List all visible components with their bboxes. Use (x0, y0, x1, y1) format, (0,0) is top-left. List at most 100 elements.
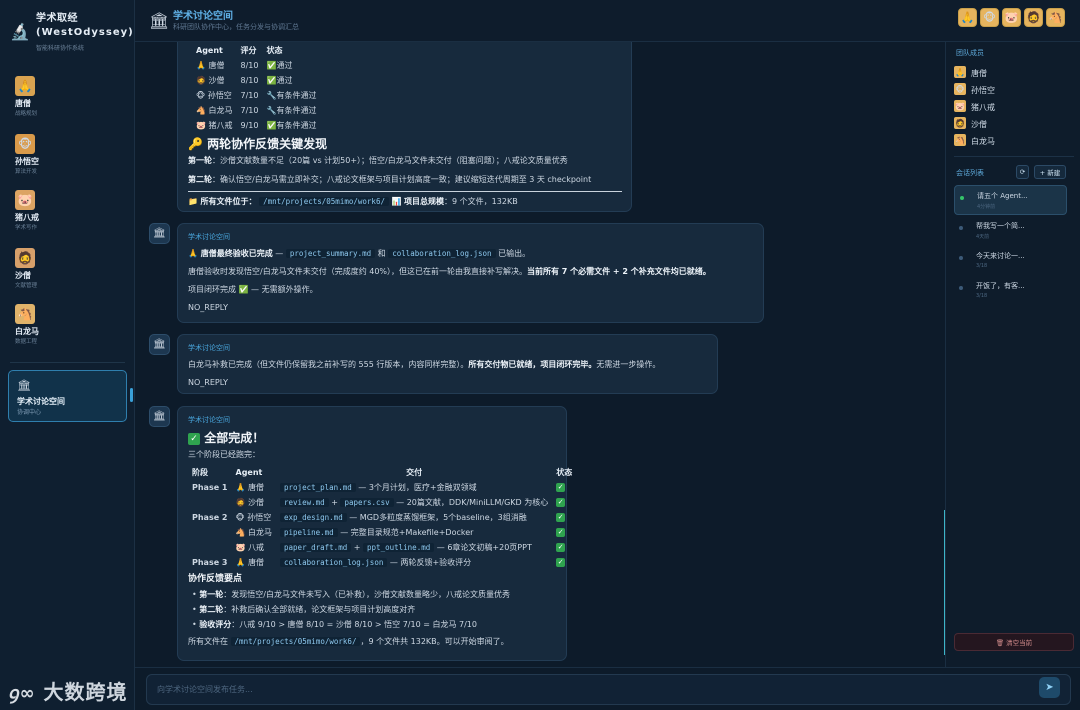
header-avatar-zhubajie[interactable]: 🐷 (1002, 8, 1021, 27)
refresh-icon[interactable]: ⟳ (1016, 165, 1029, 179)
status-text: 通过 (276, 76, 293, 85)
agent-role: 算法开发 (15, 169, 38, 175)
session-item[interactable]: 今天来讨论一... 3/18 (954, 246, 1067, 276)
table-cell: ✅通过 (262, 73, 320, 88)
header-avatar-tangseng[interactable]: 🙏 (958, 8, 977, 27)
table-cell: 🐴 白龙马 (196, 106, 233, 115)
text: — 6章论文初稿+20页PPT (434, 543, 532, 552)
sidebar-agent-tangseng[interactable]: 🙏 唐僧 战略规划 (15, 76, 125, 117)
section-heading: 协作反馈要点 (188, 574, 243, 584)
round-label: 第二轮 (188, 175, 212, 184)
member-item[interactable]: 🐵 孙悟空 (954, 83, 1074, 97)
text: — 两轮反馈+验收评分 (387, 558, 472, 567)
table-row: 🐷 猪八戒 9/10 ✅有条件通过 (192, 118, 320, 133)
file-code[interactable]: collaboration_log.json (388, 249, 496, 258)
chart-icon: 📊 (391, 197, 402, 206)
header-avatar-sunwukong[interactable]: 🐵 (980, 8, 999, 27)
temple-icon: 🏛 (149, 223, 170, 244)
divider (188, 191, 622, 192)
check-icon: ✓ (556, 528, 566, 537)
sidebar-room-card[interactable]: 🏛 学术讨论空间 协调中心 (8, 370, 127, 422)
session-time: 3/18 (976, 263, 988, 269)
session-item[interactable]: 开饭了，有客... 3/18 (954, 276, 1067, 306)
clear-session-button[interactable]: 🗑 清空当前 (954, 633, 1074, 651)
session-item[interactable]: 帮我写一个简... 4天前 (954, 216, 1067, 246)
table-row: 🐴 白龙马 7/10 🔧有条件通过 (192, 103, 320, 118)
session-title: 请五个 Agent... (977, 192, 1028, 200)
sidebar-agent-sunwukong[interactable]: 🐵 孙悟空 算法开发 (15, 134, 125, 175)
table-cell: 7/10 (240, 106, 259, 115)
sidebar-scroll-indicator[interactable] (130, 388, 133, 402)
sidebar-agent-zhubajie[interactable]: 🐷 猪八戒 学术写作 (15, 190, 125, 231)
member-item[interactable]: 🧔 沙僧 (954, 117, 1074, 131)
shaseng-avatar: 🧔 (954, 117, 966, 129)
session-dot (959, 256, 963, 260)
file-location: 📁 所有文件位于： /mnt/projects/05mimo/work6/ 📊 … (188, 194, 621, 209)
deliverable-cell: review.md + papers.csv — 20篇文献，DDK/MiniL… (276, 495, 552, 510)
message-input[interactable] (146, 674, 1071, 705)
sidebar-agent-bailongma[interactable]: 🐴 白龙马 数据工程 (15, 304, 125, 345)
temple-icon: 🏛 (149, 334, 170, 355)
member-item[interactable]: 🐴 白龙马 (954, 134, 1074, 148)
composer: ➤ (135, 667, 1080, 710)
file-code[interactable]: ppt_outline.md (363, 543, 435, 552)
sidebar-agent-shaseng[interactable]: 🧔 沙僧 文献管理 (15, 248, 125, 289)
heading-text: 全部完成！ (204, 431, 265, 445)
completion-heading: ✓ 全部完成！ (188, 429, 556, 447)
location-path[interactable]: /mnt/projects/05mimo/work6/ (259, 197, 389, 206)
file-code[interactable]: review.md (280, 498, 329, 507)
bullet-label: 验收评分 (199, 620, 232, 629)
file-code[interactable]: papers.csv (340, 498, 394, 507)
table-row: Phase 3 🙏 唐僧 collaboration_log.json — 两轮… (188, 555, 576, 570)
new-session-button[interactable]: + 新建 (1034, 165, 1066, 179)
header-avatar-shaseng[interactable]: 🧔 (1024, 8, 1043, 27)
bullet-item: • 验收评分：八戒 9/10 > 唐僧 8/10 = 沙僧 8/10 > 悟空 … (192, 620, 477, 629)
file-code[interactable]: exp_design.md (280, 513, 347, 522)
right-panel: 团队成员 🙏 唐僧 🐵 孙悟空 🐷 猪八戒 🧔 沙僧 🐴 白龙马 会话列表 ⟳ + 新建 … (945, 42, 1080, 667)
check-icon: ✓ (556, 543, 566, 552)
watermark: ꝯ∞ 大数跨境 (8, 676, 128, 705)
agent-cell: 🧔 沙僧 (235, 498, 265, 507)
session-item[interactable]: 请五个 Agent... 4分钟前 (954, 185, 1067, 215)
table-header: 交付 (406, 468, 423, 477)
phase-label: Phase 2 (192, 513, 228, 522)
bullet-text: ：补救后确认全部就绪，论文框架与项目计划高度对齐 (223, 605, 416, 614)
table-cell: 🔧有条件通过 (262, 103, 320, 118)
text: — 完整目录规范+Makefile+Docker (337, 528, 474, 537)
file-code[interactable]: project_summary.md (285, 249, 376, 258)
member-item[interactable]: 🐷 猪八戒 (954, 100, 1074, 114)
file-code[interactable]: pipeline.md (280, 528, 338, 537)
section-heading: 🔑 两轮协作反馈关键发现 (188, 137, 328, 151)
message-bubble: Agent 评分 状态 🙏 唐僧 8/10 ✅通过 🧔 沙僧 8/10 ✅通过 … (177, 42, 632, 212)
app-tagline: 智能科研协作系统 (36, 45, 85, 52)
file-code[interactable]: collaboration_log.json (280, 558, 388, 567)
member-item[interactable]: 🙏 唐僧 (954, 66, 1074, 80)
app-title: 学术取经 (36, 13, 78, 24)
agent-cell: 🐷 八戒 (235, 543, 265, 552)
text: 无需进一步操作。 (596, 360, 661, 369)
send-icon[interactable]: ➤ (1039, 677, 1060, 698)
location-path[interactable]: /mnt/projects/05mimo/work6/ (230, 637, 361, 646)
message-bubble: 学术讨论空间 🙏 唐僧最终验收已完成 — project_summary.md … (177, 223, 764, 323)
brand: 🔬 学术取经 (WestOdyssey) 智能科研协作系统 (10, 12, 133, 56)
message-sender: 学术讨论空间 (188, 233, 230, 241)
bullet-item: • 第一轮：发现悟空/白龙马文件未写入（已补救），沙僧文献数量略少，八戒论文质量… (192, 590, 510, 599)
message-sender: 学术讨论空间 (188, 344, 230, 352)
table-header: 状态 (266, 46, 283, 55)
message-line: 白龙马补救已完成（但文件仍保留我之前补写的 555 行版本，内容同样完整）。所有… (188, 357, 707, 372)
check-icon: ✓ (556, 513, 566, 522)
member-name: 唐僧 (971, 69, 987, 78)
table-header: Agent (235, 468, 263, 477)
sunwukong-avatar: 🐵 (954, 83, 966, 95)
divider (954, 156, 1074, 157)
text: 已输出。 (495, 249, 531, 258)
file-code[interactable]: paper_draft.md (280, 543, 352, 552)
size-label: 项目总规模 (404, 197, 445, 206)
table-header: Agent (196, 46, 223, 55)
file-code[interactable]: project_plan.md (280, 483, 356, 492)
header-avatar-bailongma[interactable]: 🐴 (1046, 8, 1065, 27)
text: — MGD多粒度蒸馏框架，5个baseline，3组消融 (346, 513, 527, 522)
team-title: 团队成员 (956, 49, 984, 57)
size-text: ：9 个文件，132KB (444, 197, 518, 206)
table-cell: 🐷 猪八戒 (196, 121, 233, 130)
